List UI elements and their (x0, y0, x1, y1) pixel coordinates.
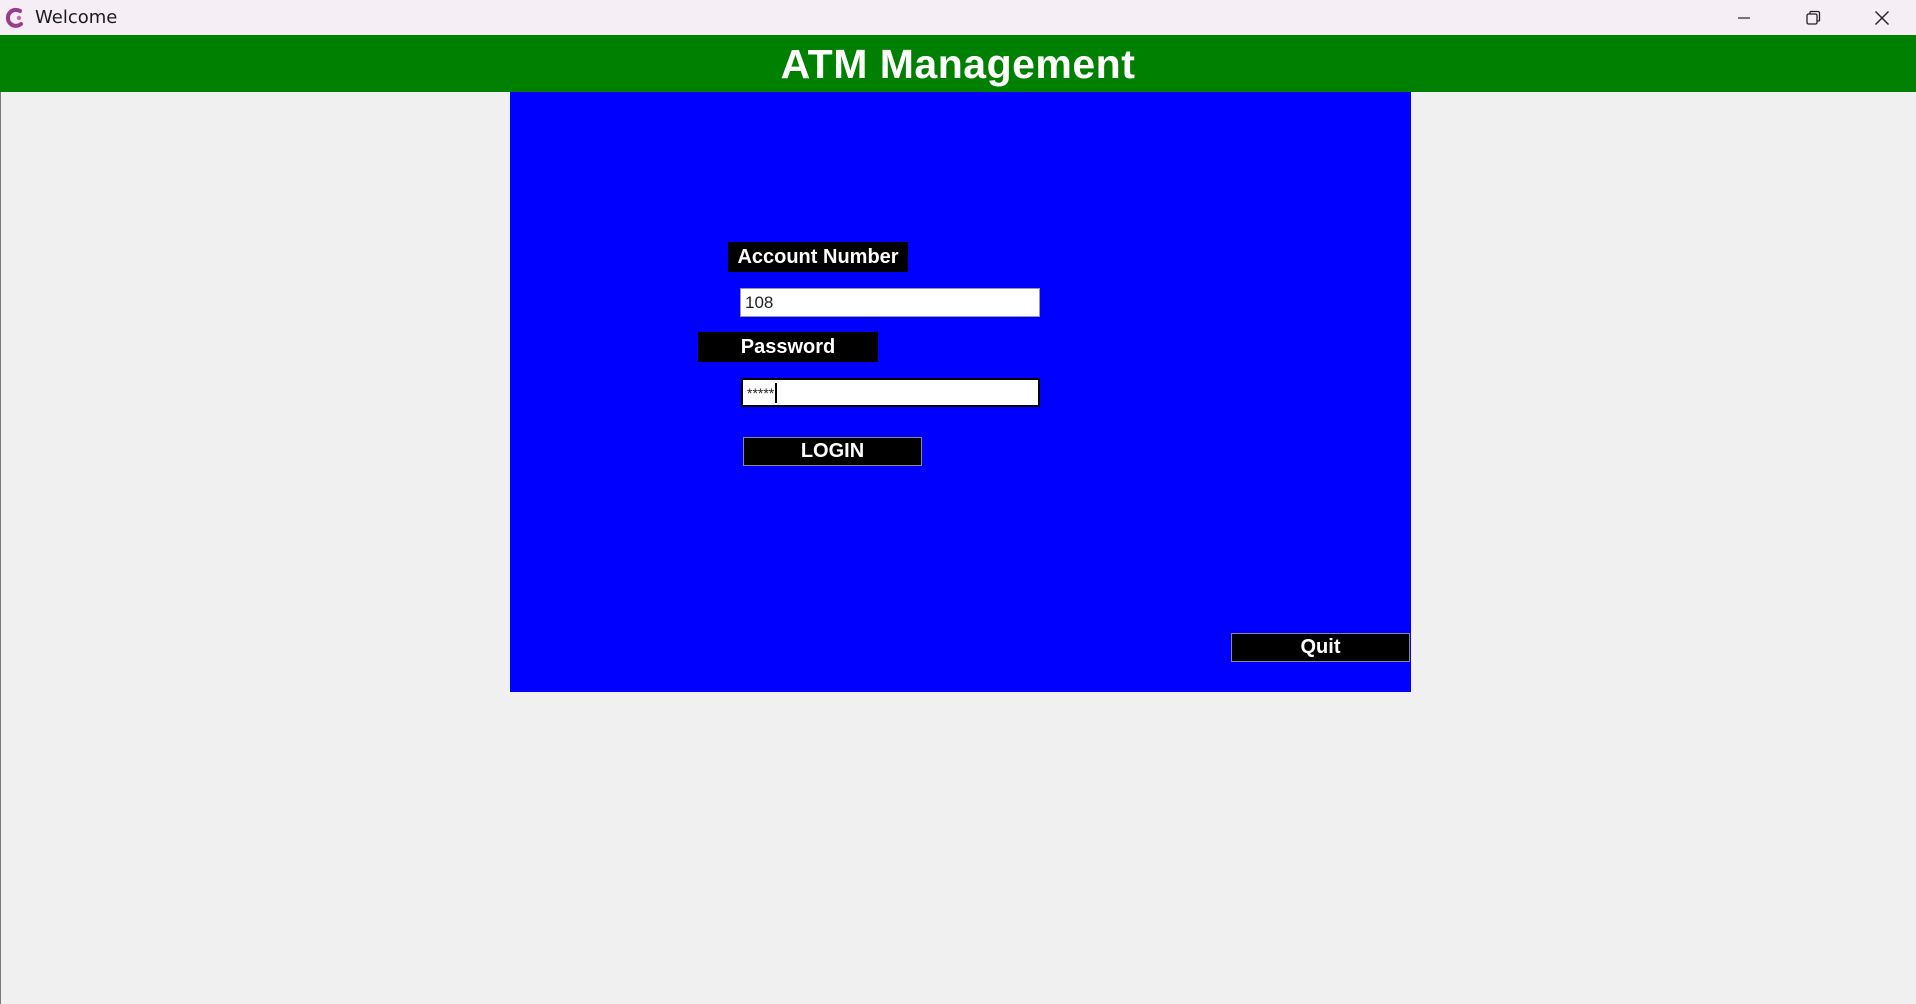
account-number-input[interactable]: 108 (740, 288, 1040, 317)
restore-button[interactable] (1779, 0, 1847, 35)
login-panel: Account Number 108 Password ***** LOGIN … (510, 92, 1411, 692)
text-caret (775, 382, 778, 403)
password-label: Password (698, 332, 878, 362)
minimize-icon (1738, 16, 1750, 19)
restore-icon (1806, 10, 1821, 25)
quit-button[interactable]: Quit (1231, 633, 1410, 662)
app-logo-icon (5, 7, 23, 28)
login-button[interactable]: LOGIN (743, 437, 922, 466)
password-input[interactable]: ***** (741, 378, 1040, 407)
window-title: Welcome (35, 7, 118, 28)
account-number-value: 108 (745, 292, 774, 312)
header-banner: ATM Management (0, 35, 1916, 92)
title-bar: Welcome (0, 0, 1916, 35)
account-number-label: Account Number (728, 242, 908, 272)
password-value: ***** (747, 384, 775, 401)
close-icon (1875, 10, 1889, 25)
close-button[interactable] (1848, 0, 1916, 35)
window-left-border (0, 92, 1, 1004)
minimize-button[interactable] (1710, 0, 1778, 35)
page-title: ATM Management (780, 41, 1136, 87)
